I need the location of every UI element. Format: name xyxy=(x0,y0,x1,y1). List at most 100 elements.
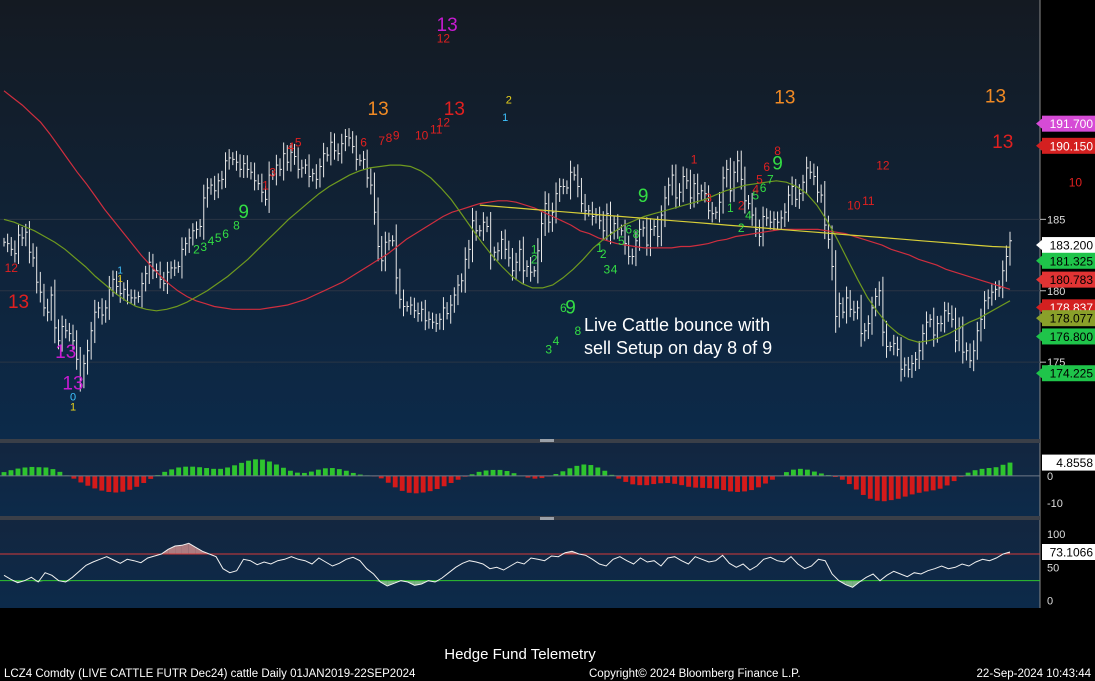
momentum-bar xyxy=(392,475,398,488)
momentum-bar xyxy=(721,475,726,491)
td-count-label: 1 xyxy=(691,153,698,167)
momentum-bar xyxy=(846,475,852,485)
td-count-label: 7 xyxy=(767,173,774,187)
momentum-bar xyxy=(909,475,915,495)
momentum-bar xyxy=(336,469,342,476)
oscillator-tick-label: 50 xyxy=(1047,562,1059,574)
momentum-bar xyxy=(707,475,713,489)
td-count-label: 13 xyxy=(985,86,1006,107)
footer-center-title: Hedge Fund Telemetry xyxy=(444,646,596,663)
momentum-bar xyxy=(986,468,992,476)
td-count-label: 5 xyxy=(756,173,763,187)
momentum-bar xyxy=(902,475,908,497)
panel-divider-handle-2[interactable] xyxy=(540,517,554,520)
price-tag-label: 178.077 xyxy=(1050,312,1094,326)
momentum-bar xyxy=(1000,464,1006,476)
momentum-bar xyxy=(441,475,447,487)
momentum-bar xyxy=(85,475,91,486)
momentum-bar xyxy=(993,467,999,476)
momentum-bar xyxy=(497,469,503,476)
momentum-bar xyxy=(413,475,419,494)
td-count-label: 12 xyxy=(876,158,890,172)
momentum-bar xyxy=(127,475,133,490)
momentum-bar xyxy=(1007,462,1013,476)
footer-timestamp: 22-Sep-2024 10:43:44 xyxy=(977,668,1092,680)
panel-divider-2[interactable] xyxy=(0,516,1040,520)
momentum-bar xyxy=(742,475,747,492)
momentum-bar xyxy=(693,475,699,488)
td-count-label: 13 xyxy=(368,99,389,120)
momentum-bar xyxy=(322,468,328,476)
panel-divider-handle-1[interactable] xyxy=(540,439,554,442)
momentum-bar xyxy=(951,475,957,482)
td-count-label: 2 xyxy=(193,243,200,257)
momentum-bar xyxy=(784,472,789,476)
momentum-bar xyxy=(860,475,866,495)
momentum-bar xyxy=(197,467,203,476)
price-panel xyxy=(0,0,1040,440)
td-count-label: 4 xyxy=(745,208,752,222)
td-count-label: 6 xyxy=(360,136,367,150)
momentum-bar xyxy=(8,470,14,476)
momentum-bar xyxy=(36,467,42,476)
momentum-bar xyxy=(595,467,601,476)
momentum-bar xyxy=(29,466,35,476)
momentum-bar xyxy=(916,475,922,493)
momentum-bar xyxy=(504,471,510,476)
momentum-bar xyxy=(308,471,314,476)
panel-divider-1[interactable] xyxy=(0,439,1040,443)
momentum-bar xyxy=(686,475,692,487)
td-count-label: 6 xyxy=(763,160,770,174)
momentum-bar xyxy=(315,469,321,476)
momentum-bar xyxy=(1,472,7,476)
momentum-bar xyxy=(162,471,168,476)
momentum-bar xyxy=(434,475,440,489)
momentum-bar xyxy=(274,464,279,476)
momentum-bar xyxy=(406,475,412,493)
td-count-label: 13 xyxy=(992,132,1013,153)
td-count-label: 2 xyxy=(738,221,745,235)
momentum-bar xyxy=(804,469,810,476)
momentum-bar xyxy=(811,471,817,476)
momentum-bar xyxy=(581,464,587,476)
momentum-bar xyxy=(874,475,880,501)
momentum-bar xyxy=(637,475,643,486)
price-tick-label: 185 xyxy=(1047,214,1065,226)
momentum-bar xyxy=(839,475,845,480)
momentum-bar xyxy=(260,459,265,476)
momentum-bar xyxy=(113,475,119,493)
momentum-bar xyxy=(427,475,433,492)
momentum-bar xyxy=(735,475,740,492)
price-tag-label: 190.150 xyxy=(1050,139,1094,153)
momentum-bar xyxy=(490,469,496,476)
momentum-bar xyxy=(225,467,230,476)
momentum-tick-label: -10 xyxy=(1047,498,1063,510)
momentum-bar xyxy=(588,465,594,476)
td-count-label: 10 xyxy=(415,128,429,142)
oscillator-panel xyxy=(0,519,1040,608)
td-count-label: 8 xyxy=(386,131,393,145)
oscillator-tick-label: 0 xyxy=(1047,596,1053,608)
momentum-bar xyxy=(672,475,678,484)
td-count-label: 1 xyxy=(262,178,269,192)
td-count-label: 1 xyxy=(117,274,123,285)
momentum-bar xyxy=(232,465,237,476)
momentum-bar xyxy=(853,475,859,490)
momentum-bar xyxy=(574,465,580,476)
td-count-label: 9 xyxy=(565,298,576,319)
td-count-label: 6 xyxy=(222,227,229,241)
td-count-label: 13 xyxy=(444,99,465,120)
momentum-bar xyxy=(763,475,768,484)
momentum-bar xyxy=(770,475,775,480)
td-count-label: 12 xyxy=(437,31,451,45)
td-count-label: 9 xyxy=(238,202,249,223)
momentum-tag-label: 4.8558 xyxy=(1056,456,1093,470)
oscillator-tag-label: 73.1066 xyxy=(1050,546,1094,560)
momentum-bar xyxy=(651,475,657,485)
td-count-label: 4 xyxy=(611,263,618,277)
momentum-bar xyxy=(630,475,636,485)
momentum-bar xyxy=(204,468,210,476)
momentum-bar xyxy=(644,475,650,486)
momentum-bar xyxy=(888,475,894,501)
momentum-bar xyxy=(749,475,754,491)
